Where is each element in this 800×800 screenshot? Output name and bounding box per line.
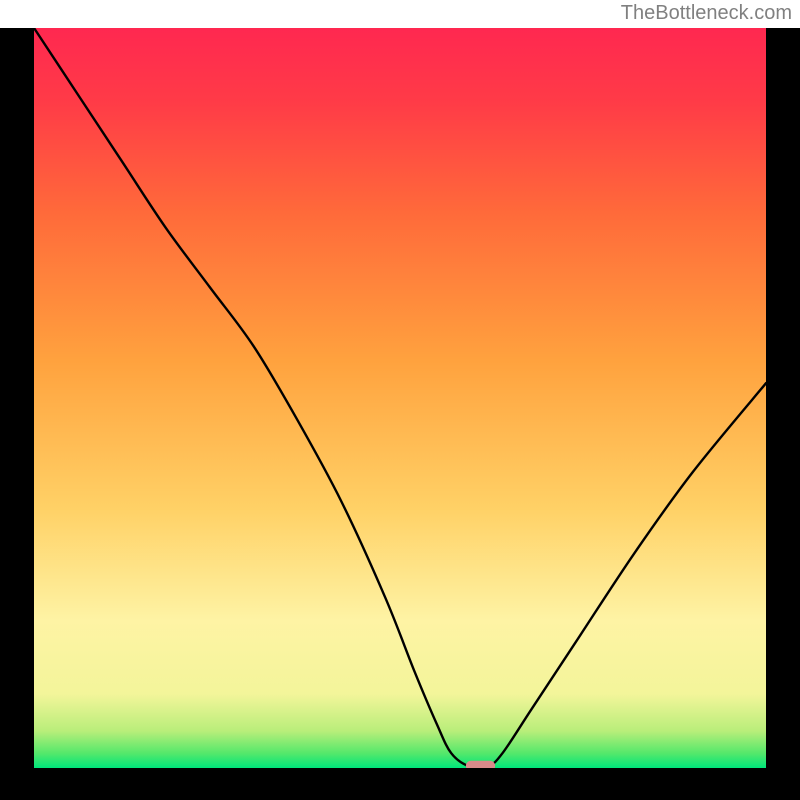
gradient-background bbox=[34, 28, 766, 768]
optimum-marker bbox=[466, 761, 495, 768]
plot-area bbox=[34, 28, 766, 768]
plot-frame bbox=[0, 28, 800, 800]
attribution-text: TheBottleneck.com bbox=[621, 2, 792, 25]
chart-container: TheBottleneck.com bbox=[0, 0, 800, 800]
chart-svg bbox=[34, 28, 766, 768]
